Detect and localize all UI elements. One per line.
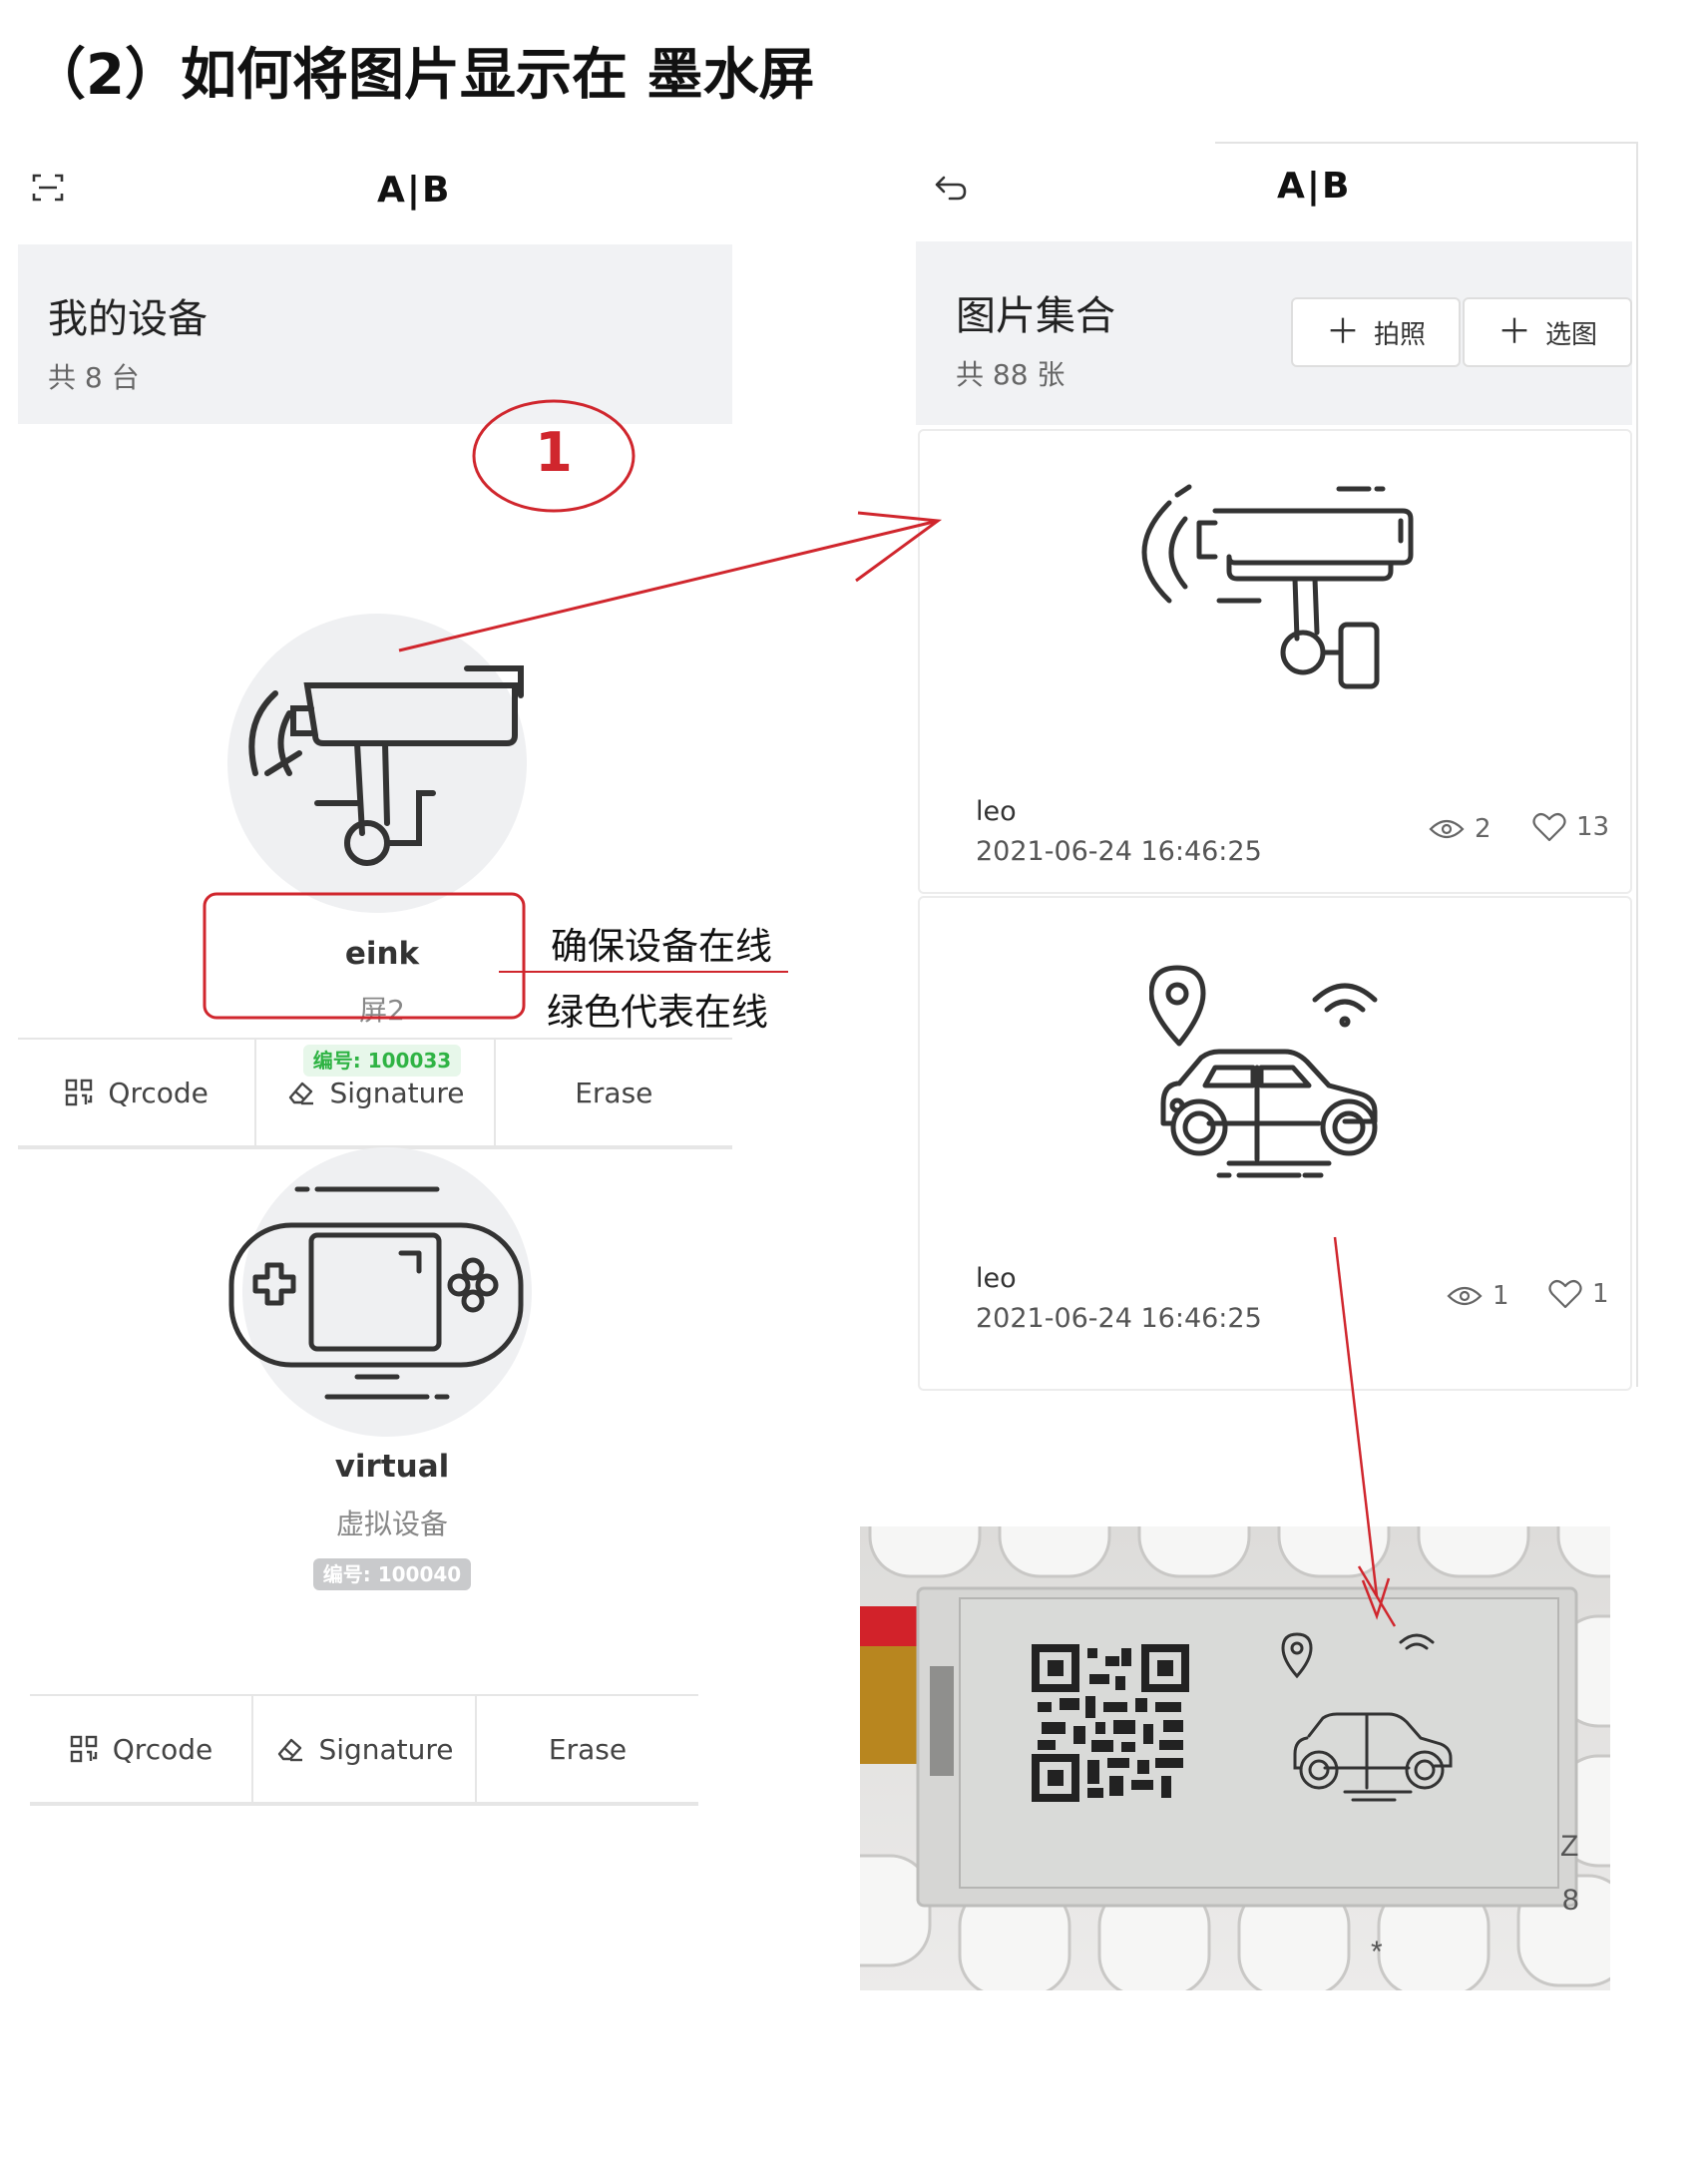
views-count: 2 [1475,814,1492,844]
section-title: 图片集合 [956,293,1115,339]
signature-label: Signature [329,1076,465,1109]
card-user: leo [976,1263,1017,1294]
erase-button[interactable]: Erase [477,1696,698,1802]
eye-icon [1447,1286,1483,1306]
app-header: A|B [18,130,732,244]
eink-photo-illustration: Z 8 * [860,1526,1610,1990]
image-card[interactable]: leo 2021-06-24 16:46:25 1 1 [918,896,1632,1391]
heart-icon [1548,1279,1582,1309]
document-title: （2）如何将图片显示在 墨水屏 [30,43,815,108]
card-time: 2021-06-24 16:46:25 [976,1303,1262,1334]
eye-icon [1429,819,1465,839]
signature-label: Signature [318,1732,454,1766]
likes-stat[interactable]: 13 [1532,812,1609,842]
take-photo-button[interactable]: ＋ 拍照 [1291,297,1461,367]
qrcode-icon [66,1079,93,1106]
plus-icon: ＋ [1325,312,1360,352]
qrcode-button[interactable]: Qrcode [18,1040,257,1145]
eink-display-photo: Z 8 * [860,1526,1610,1990]
pick-image-label: 选图 [1544,319,1597,350]
back-icon[interactable] [934,174,968,204]
plus-icon: ＋ [1496,312,1531,352]
erase-button[interactable]: Erase [496,1040,732,1145]
header-top-border [1215,142,1636,144]
devices-section-header: 我的设备 共 8 台 [18,244,732,424]
views-count: 1 [1493,1281,1509,1311]
likes-count: 1 [1592,1279,1609,1309]
device-name: eink [344,936,420,972]
device-id-badge: 编号: 100040 [312,1558,472,1590]
gallery-screen: A|B 图片集合 共 88 张 ＋ 拍照 ＋ 选图 leo 2021-06-24… [916,142,1638,1391]
likes-stat[interactable]: 1 [1548,1279,1609,1309]
security-camera-icon [248,665,524,866]
device-count: 共 8 台 [48,361,140,394]
signature-button[interactable]: Signature [253,1696,477,1802]
image-count: 共 88 张 [956,358,1066,391]
device-action-bar: Qrcode Signature Erase [30,1694,698,1806]
views-stat: 1 [1447,1281,1509,1311]
step-number: 1 [535,421,573,484]
device-name: virtual [334,1449,450,1485]
image-card[interactable]: leo 2021-06-24 16:46:25 2 13 [918,429,1632,894]
card-time: 2021-06-24 16:46:25 [976,836,1262,867]
smart-car-icon [1149,965,1378,1178]
views-stat: 2 [1429,814,1492,844]
device-sub: 虚拟设备 [335,1508,448,1540]
eraser-icon [289,1082,314,1105]
likes-count: 13 [1576,812,1610,842]
heart-icon [1532,812,1566,842]
device-sub: 屏2 [359,994,405,1027]
svg-text:8: 8 [1562,1884,1579,1917]
annotation-note: 确保设备在线 [551,925,772,968]
take-photo-label: 拍照 [1373,319,1426,350]
qrcode-button[interactable]: Qrcode [30,1696,253,1802]
app-logo: A|B [1277,166,1352,207]
annotation-note: 绿色代表在线 [547,991,768,1034]
game-console-icon [228,1186,524,1400]
svg-text:Z: Z [1560,1830,1578,1863]
device-list-screen: A|B 我的设备 共 8 台 eink 屏2 编号: 100033 Qrcode… [18,130,732,1816]
section-title: 我的设备 [48,296,208,342]
qrcode-label: Qrcode [108,1076,209,1109]
signature-button[interactable]: Signature [256,1040,496,1145]
device-action-bar: Qrcode Signature Erase [18,1038,732,1149]
pick-image-button[interactable]: ＋ 选图 [1463,297,1632,367]
svg-text:*: * [1371,1936,1383,1968]
scan-icon[interactable] [32,172,64,204]
card-user: leo [976,796,1017,827]
app-logo: A|B [377,170,452,211]
device-card[interactable]: virtual 虚拟设备 编号: 100040 [18,1147,732,1706]
security-camera-icon [1141,484,1414,689]
erase-label: Erase [548,1732,628,1766]
qrcode-icon [70,1735,97,1763]
gallery-section-header: 图片集合 共 88 张 ＋ 拍照 ＋ 选图 [916,241,1632,425]
eraser-icon [278,1738,303,1762]
qrcode-label: Qrcode [112,1732,214,1766]
erase-label: Erase [575,1076,653,1109]
